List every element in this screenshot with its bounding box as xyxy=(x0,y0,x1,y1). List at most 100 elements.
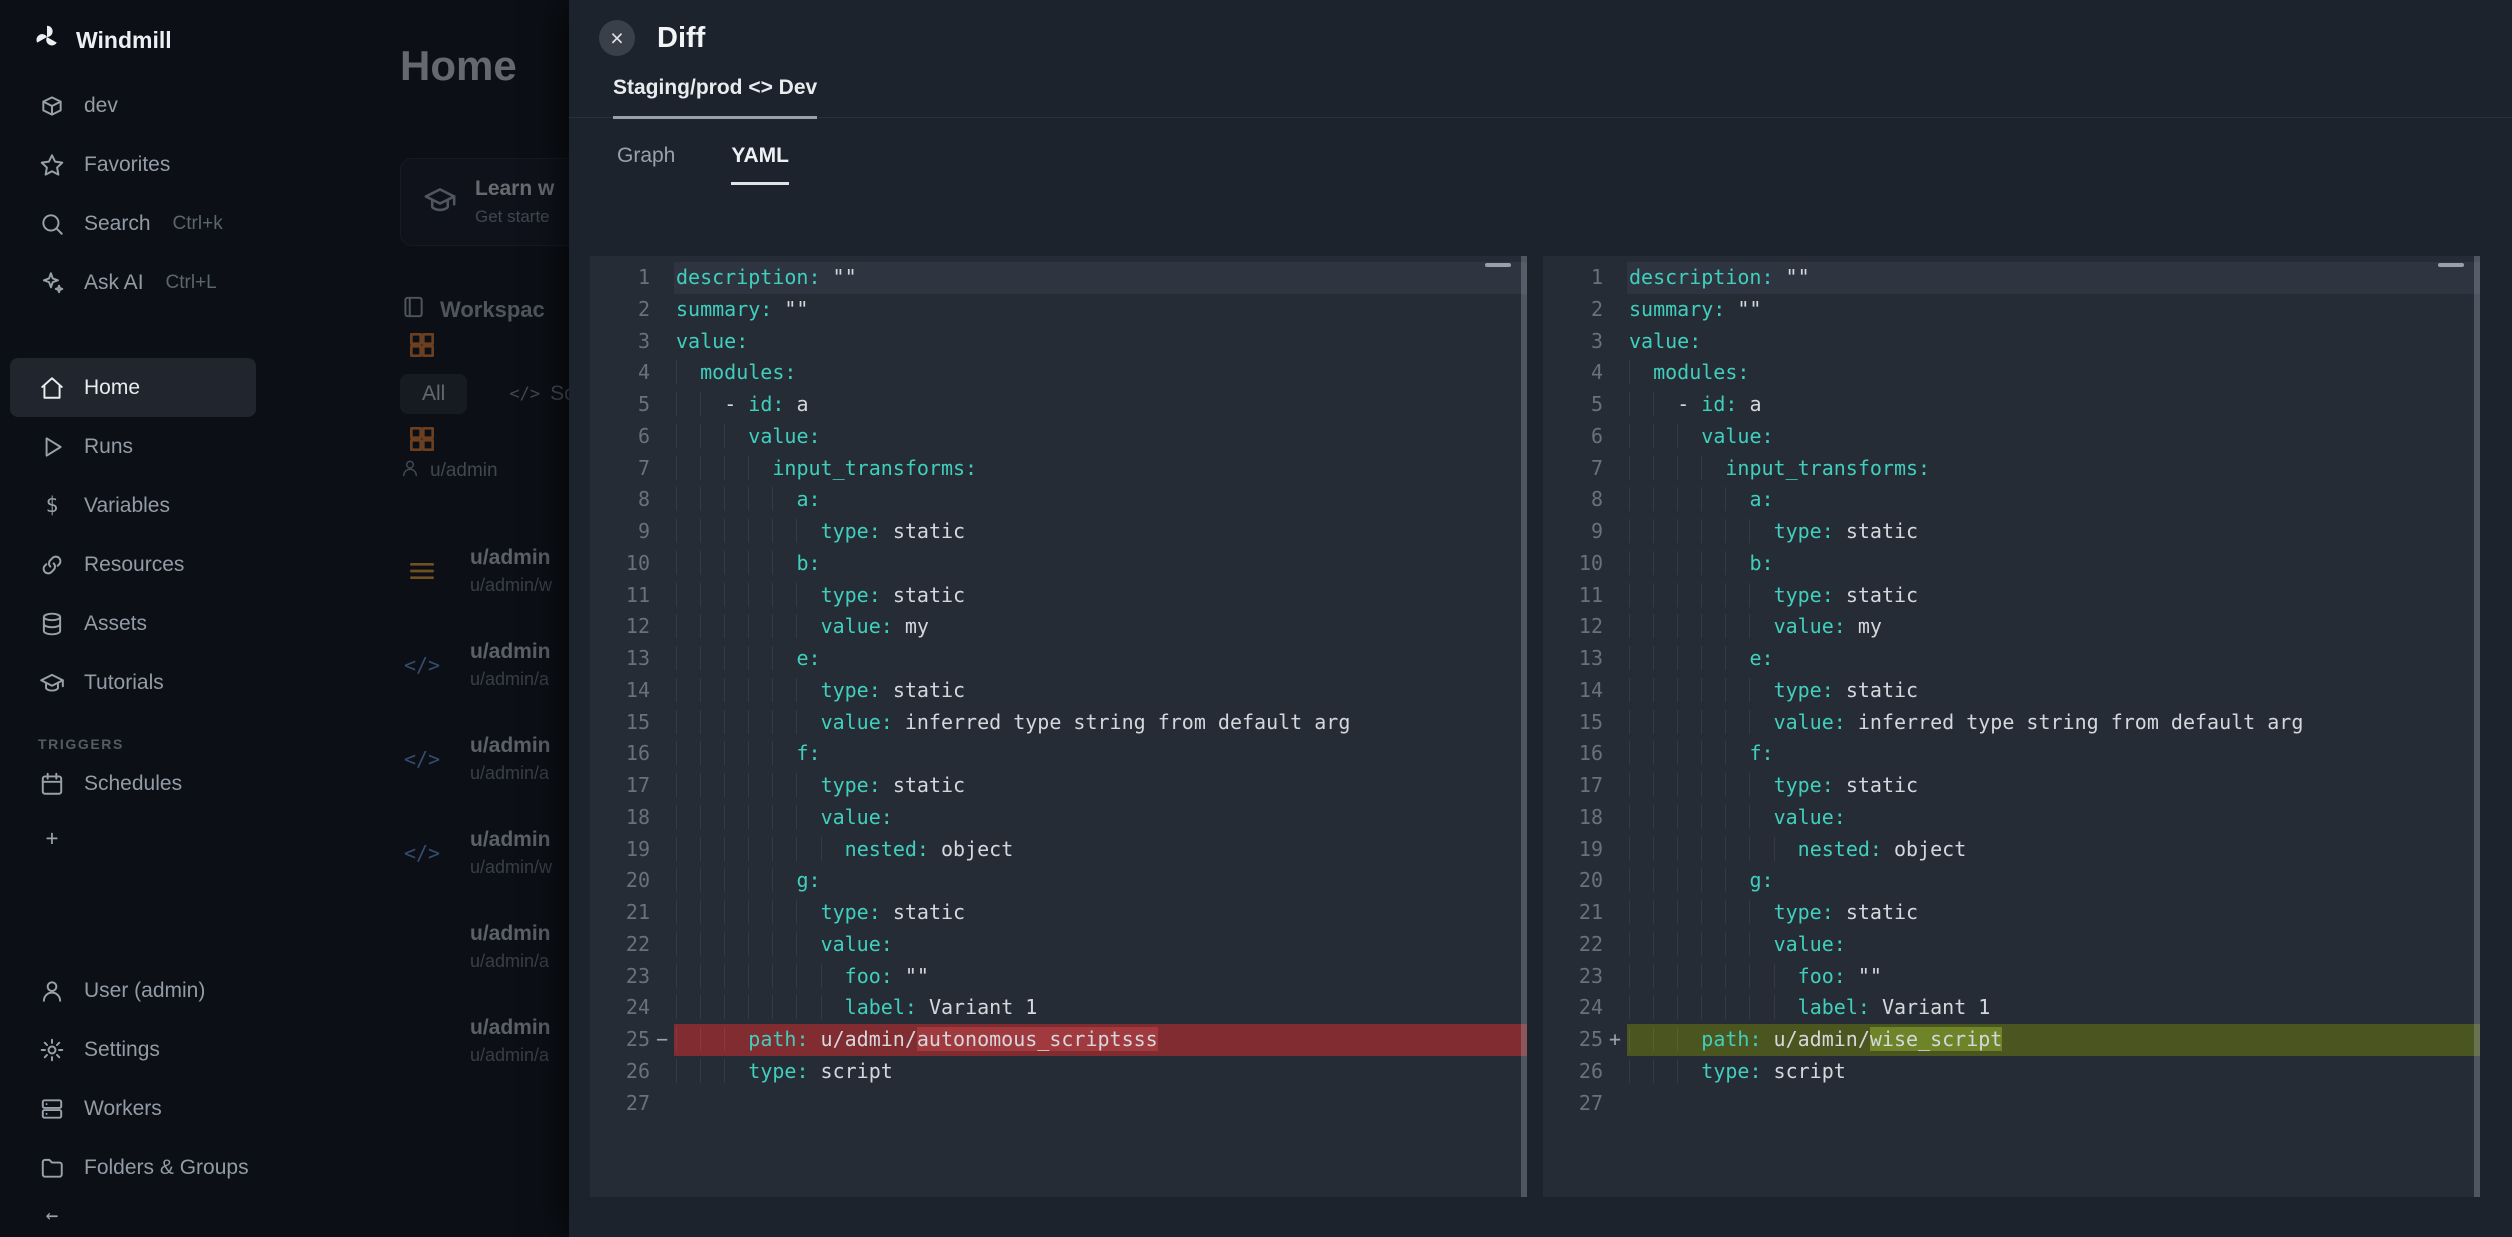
line-number: 22 xyxy=(1543,929,1603,961)
code-line: 9 type: static xyxy=(590,516,1527,548)
diff-sign xyxy=(1603,929,1627,961)
code-line: 17 type: static xyxy=(590,770,1527,802)
diff-sign xyxy=(1603,707,1627,739)
sidebar-item-variables[interactable]: $Variables xyxy=(0,476,266,535)
code-line: 7 input_transforms: xyxy=(1543,453,2480,485)
sidebar-item-ask-ai[interactable]: Ask AICtrl+L xyxy=(0,253,266,312)
sidebar-item-schedules[interactable]: Schedules xyxy=(0,754,266,813)
line-number: 7 xyxy=(590,453,650,485)
drawer-title: Diff xyxy=(657,22,705,55)
code-text: f: xyxy=(674,738,1527,770)
diff-sign xyxy=(650,643,674,675)
code-line: 16 f: xyxy=(1543,738,2480,770)
diff-sign: + xyxy=(1603,1024,1627,1056)
shortcut-label: Ctrl+k xyxy=(173,213,223,235)
diff-sign xyxy=(650,770,674,802)
sidebar-item-settings[interactable]: Settings xyxy=(0,1020,266,1079)
line-number: 19 xyxy=(1543,834,1603,866)
diff-sign xyxy=(650,262,674,294)
line-number: 12 xyxy=(1543,611,1603,643)
code-left: 1description: ""2summary: ""3value:4 mod… xyxy=(590,262,1527,1119)
sidebar-item-label: Runs xyxy=(84,435,133,459)
sidebar-item-folders-groups[interactable]: Folders & Groups xyxy=(0,1138,266,1197)
sidebar-item-user-admin[interactable]: User (admin) xyxy=(0,961,266,1020)
line-number: 2 xyxy=(1543,294,1603,326)
code-line: 2summary: "" xyxy=(1543,294,2480,326)
diff-view-tabs: Graph YAML xyxy=(617,144,2512,185)
code-text: e: xyxy=(674,643,1527,675)
sidebar-item-label: Tutorials xyxy=(84,671,164,695)
collapse-sidebar-button[interactable]: ← xyxy=(0,1197,266,1233)
code-line: 22 value: xyxy=(1543,929,2480,961)
line-number: 11 xyxy=(1543,580,1603,612)
code-text: foo: "" xyxy=(1627,961,2480,993)
code-text: label: Variant 1 xyxy=(1627,992,2480,1024)
line-number: 9 xyxy=(590,516,650,548)
sidebar-item-assets[interactable]: Assets xyxy=(0,594,266,653)
code-line: 10 b: xyxy=(590,548,1527,580)
line-number: 16 xyxy=(590,738,650,770)
code-text: b: xyxy=(1627,548,2480,580)
code-text xyxy=(674,1088,1527,1120)
diff-sign: − xyxy=(650,1024,674,1056)
code-line: 23 foo: "" xyxy=(590,961,1527,993)
code-line: 27 xyxy=(1543,1088,2480,1120)
fold-region-icon[interactable] xyxy=(1485,263,1511,267)
workspace-selector[interactable]: dev xyxy=(0,76,266,135)
sidebar-item-workers[interactable]: Workers xyxy=(0,1079,266,1138)
sidebar-item-resources[interactable]: Resources xyxy=(0,535,266,594)
tab-graph[interactable]: Graph xyxy=(617,144,675,185)
line-number: 4 xyxy=(590,357,650,389)
sidebar-item-favorites[interactable]: Favorites xyxy=(0,135,266,194)
tab-staging-prod-dev[interactable]: Staging/prod <> Dev xyxy=(613,76,817,119)
line-number: 20 xyxy=(590,865,650,897)
diff-editor-modified[interactable]: 1description: ""2summary: ""3value:4 mod… xyxy=(1543,256,2480,1197)
code-text: value: xyxy=(674,929,1527,961)
sidebar-item-home[interactable]: Home xyxy=(10,358,256,417)
line-number: 10 xyxy=(1543,548,1603,580)
code-text: value: my xyxy=(674,611,1527,643)
line-number: 20 xyxy=(1543,865,1603,897)
code-line: 2summary: "" xyxy=(590,294,1527,326)
scrollbar[interactable] xyxy=(1521,256,1527,1197)
close-button[interactable]: × xyxy=(599,20,635,56)
line-number: 26 xyxy=(590,1056,650,1088)
diff-sign xyxy=(650,675,674,707)
graduation-cap-icon xyxy=(38,670,66,696)
sidebar-item-tutorials[interactable]: Tutorials xyxy=(0,653,266,712)
diff-sign xyxy=(650,326,674,358)
triggers-section-label: TRIGGERS xyxy=(38,736,266,752)
line-number: 22 xyxy=(590,929,650,961)
add-button[interactable]: + xyxy=(0,813,266,863)
diff-sign xyxy=(650,611,674,643)
tab-yaml[interactable]: YAML xyxy=(731,144,789,185)
diff-sign xyxy=(1603,643,1627,675)
code-line: 19 nested: object xyxy=(590,834,1527,866)
diff-sign xyxy=(1603,802,1627,834)
fold-region-icon[interactable] xyxy=(2438,263,2464,267)
sidebar-item-runs[interactable]: Runs xyxy=(0,417,266,476)
line-number: 3 xyxy=(590,326,650,358)
code-text: foo: "" xyxy=(674,961,1527,993)
code-line: 26 type: script xyxy=(590,1056,1527,1088)
line-number: 8 xyxy=(1543,484,1603,516)
sidebar-item-label: Search xyxy=(84,212,151,236)
scrollbar[interactable] xyxy=(2474,256,2480,1197)
code-text: input_transforms: xyxy=(1627,453,2480,485)
app-logo[interactable]: Windmill xyxy=(0,0,266,76)
diff-drawer: × Diff Staging/prod <> Dev Graph YAML 1d… xyxy=(569,0,2512,1237)
app-name: Windmill xyxy=(76,27,172,54)
diff-sign xyxy=(1603,675,1627,707)
code-line: 11 type: static xyxy=(590,580,1527,612)
search-icon xyxy=(38,211,66,237)
diff-sign xyxy=(1603,357,1627,389)
code-line: 8 a: xyxy=(590,484,1527,516)
diff-sign xyxy=(1603,992,1627,1024)
code-line: 4 modules: xyxy=(1543,357,2480,389)
sidebar-item-search[interactable]: Search Ctrl+k xyxy=(0,194,266,253)
sidebar-item-label: Home xyxy=(84,376,140,400)
diff-sign xyxy=(1603,453,1627,485)
diff-editor-original[interactable]: 1description: ""2summary: ""3value:4 mod… xyxy=(590,256,1527,1197)
code-text: type: static xyxy=(1627,580,2480,612)
code-right: 1description: ""2summary: ""3value:4 mod… xyxy=(1543,262,2480,1119)
